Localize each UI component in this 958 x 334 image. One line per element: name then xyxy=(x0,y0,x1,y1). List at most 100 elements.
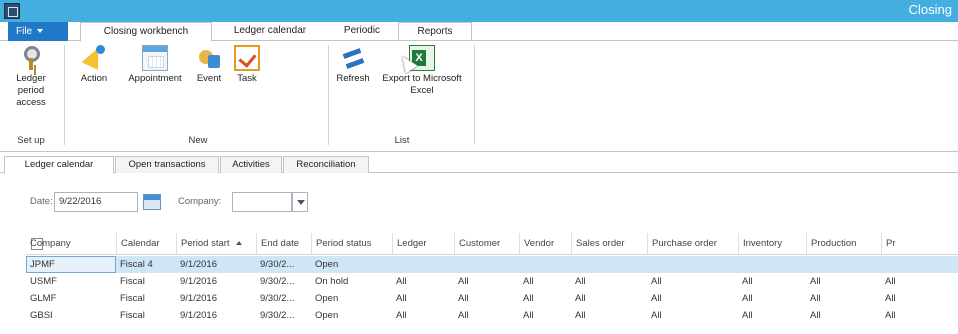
refresh-button[interactable]: Refresh xyxy=(332,45,374,85)
ribbon: Ledger period access Set up Action Appoi… xyxy=(0,41,958,152)
window-title: Closing xyxy=(908,2,952,17)
table-cell: Fiscal xyxy=(120,310,145,321)
table-cell: All xyxy=(523,310,534,321)
group-divider xyxy=(474,45,475,145)
table-cell: All xyxy=(651,293,662,304)
action-label: Action xyxy=(80,73,108,84)
table-cell: All xyxy=(810,276,821,287)
table-cell: On hold xyxy=(315,276,349,287)
calendar-icon[interactable] xyxy=(143,194,161,210)
column-header[interactable]: Production xyxy=(806,233,881,254)
table-cell xyxy=(571,256,647,273)
ledger-period-access-label: Ledger period access xyxy=(16,73,46,108)
column-header[interactable]: Period status xyxy=(311,233,392,254)
table-cell xyxy=(881,256,958,273)
table-cell xyxy=(519,256,571,273)
content-tab-strip: Ledger calendar Open transactions Activi… xyxy=(0,152,958,174)
file-label: File xyxy=(16,26,33,37)
group-label-setup: Set up xyxy=(17,135,45,146)
table-cell: 9/30/2... xyxy=(260,276,295,287)
export-excel-label: Export to Microsoft Excel xyxy=(382,73,462,96)
refresh-icon xyxy=(340,45,366,71)
table-cell: All xyxy=(742,293,753,304)
column-header[interactable]: Pr xyxy=(881,233,958,254)
column-header[interactable]: Sales order xyxy=(571,233,647,254)
table-cell: All xyxy=(396,276,407,287)
table-cell: GLMF xyxy=(30,293,57,304)
tab-content-ledger-calendar[interactable]: Ledger calendar xyxy=(4,156,114,174)
table-cell: GBSI xyxy=(30,310,53,321)
event-icon xyxy=(196,45,222,71)
date-label: Date: xyxy=(30,196,53,207)
tab-open-transactions[interactable]: Open transactions xyxy=(115,156,219,173)
table-cell: All xyxy=(885,310,896,321)
column-header[interactable]: Calendar xyxy=(116,233,176,254)
company-dropdown-button[interactable] xyxy=(292,192,308,212)
sort-ascending-icon xyxy=(235,241,242,246)
app-icon[interactable] xyxy=(4,3,20,19)
event-label: Event xyxy=(196,73,222,84)
tab-ledger-calendar[interactable]: Ledger calendar xyxy=(214,22,326,42)
action-icon xyxy=(81,45,107,71)
ledger-period-access-button[interactable]: Ledger period access xyxy=(2,45,60,109)
table-cell: JPMF xyxy=(26,256,116,273)
table-row[interactable]: USMF Fiscal 9/1/2016 9/30/2... On hold All All… xyxy=(26,273,958,290)
tab-activities[interactable]: Activities xyxy=(220,156,282,173)
date-field[interactable]: 9/22/2016 xyxy=(54,192,138,212)
column-header[interactable]: Customer xyxy=(454,233,519,254)
table-cell xyxy=(806,256,881,273)
column-header[interactable]: Vendor xyxy=(519,233,571,254)
table-row[interactable]: GBSI Fiscal 9/1/2016 9/30/2... Open All All All… xyxy=(26,307,958,324)
table-cell: All xyxy=(396,293,407,304)
file-menu-button[interactable]: File xyxy=(8,22,68,41)
table-cell: All xyxy=(396,310,407,321)
table-row[interactable]: GLMF Fiscal 9/1/2016 9/30/2... Open All All All… xyxy=(26,290,958,307)
tab-reconciliation[interactable]: Reconciliation xyxy=(283,156,369,173)
table-cell: 9/30/2... xyxy=(260,310,295,321)
appointment-button[interactable]: Appointment xyxy=(122,45,188,85)
calendar-icon xyxy=(142,45,168,71)
table-cell: Open xyxy=(315,259,339,270)
column-header[interactable]: Purchase order xyxy=(647,233,738,254)
action-button[interactable]: Action xyxy=(68,45,120,85)
column-header[interactable]: Period start xyxy=(176,233,256,254)
tab-reports[interactable]: Reports xyxy=(398,22,472,42)
table-cell: All xyxy=(458,276,469,287)
column-header[interactable]: Ledger xyxy=(392,233,454,254)
table-row[interactable]: JPMF Fiscal 4 9/1/2016 9/30/2... Open xyxy=(26,256,958,273)
key-icon xyxy=(18,45,44,71)
column-header[interactable]: Inventory xyxy=(738,233,806,254)
tab-periodic[interactable]: Periodic xyxy=(328,22,396,42)
task-button[interactable]: Task xyxy=(230,45,264,85)
ledger-calendar-grid: Company Calendar Period start End date Perio… xyxy=(26,233,958,334)
task-icon xyxy=(234,45,260,71)
table-cell: All xyxy=(885,293,896,304)
table-cell: All xyxy=(810,310,821,321)
group-label-list: List xyxy=(394,135,410,146)
group-label-new: New xyxy=(188,135,208,146)
appointment-label: Appointment xyxy=(128,73,182,84)
table-cell: All xyxy=(742,276,753,287)
table-cell: All xyxy=(523,293,534,304)
task-label: Task xyxy=(237,73,257,84)
table-cell: 9/1/2016 xyxy=(180,276,217,287)
table-cell: Fiscal xyxy=(120,276,145,287)
tab-closing-workbench[interactable]: Closing workbench xyxy=(80,22,212,42)
grid-header-row: Company Calendar Period start End date Perio… xyxy=(26,233,958,255)
column-header[interactable]: Company xyxy=(26,233,116,254)
export-excel-button[interactable]: Export to Microsoft Excel xyxy=(378,45,466,97)
table-cell: Open xyxy=(315,293,339,304)
table-cell: All xyxy=(575,293,586,304)
table-cell xyxy=(647,256,738,273)
table-cell xyxy=(454,256,519,273)
chevron-down-icon xyxy=(37,29,44,34)
table-cell: Fiscal xyxy=(120,293,145,304)
table-cell: All xyxy=(458,293,469,304)
event-button[interactable]: Event xyxy=(190,45,228,85)
title-bar: Closing xyxy=(0,0,958,22)
refresh-label: Refresh xyxy=(336,73,370,84)
company-field[interactable] xyxy=(232,192,292,212)
company-label: Company: xyxy=(178,196,222,207)
column-header[interactable]: End date xyxy=(256,233,311,254)
table-cell: 9/1/2016 xyxy=(180,310,217,321)
